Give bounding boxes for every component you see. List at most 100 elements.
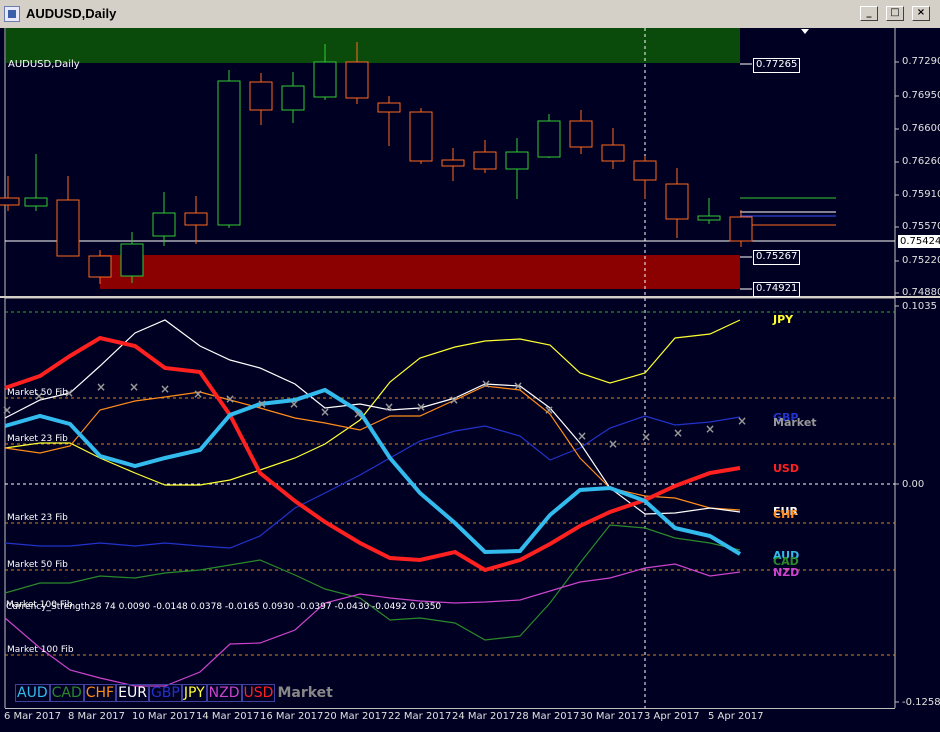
window-title: AUDUSD,Daily [26,6,117,21]
candle-bull [537,114,561,158]
candle-body [697,215,721,221]
price-tick-label: 0.76260 [902,156,940,167]
price-tick-label: 0.75220 [902,255,940,266]
indicator-axis-bottom: -0.1258 [902,697,940,708]
candle-body [0,197,20,206]
svg-text:×: × [544,403,554,417]
legend-eur[interactable]: EUR [116,684,149,702]
svg-text:×: × [160,382,170,396]
fib-label-50-bottom: Market 50 Fib [7,560,68,570]
price-tick-label: 0.76950 [902,90,940,101]
fib-label-50-top: Market 50 Fib [7,388,68,398]
label-market: Market [773,416,817,429]
current-price-label: 0.75424 [898,235,940,248]
fib-label-23-bottom: Market 23 Fib [7,513,68,523]
candle-body [249,81,273,111]
svg-text:×: × [257,397,267,411]
currency-legend: AUD CAD CHF EUR GBP JPY NZD USD Market [15,684,333,702]
candle-body [24,197,48,207]
legend-gbp[interactable]: GBP [148,684,182,702]
candle-body [88,255,112,278]
candle-body [409,111,433,162]
price-tick-label: 0.77290 [902,56,940,67]
svg-text:×: × [449,393,459,407]
price-tick-label: 0.74880 [902,287,940,298]
candle-body [601,144,625,162]
svg-text:×: × [225,392,235,406]
svg-text:×: × [673,426,683,440]
svg-text:×: × [416,400,426,414]
date-label: 8 Mar 2017 [68,711,126,722]
legend-chf[interactable]: CHF [83,684,117,702]
date-label: 6 Mar 2017 [4,711,62,722]
candle-body [729,216,753,242]
svg-text:×: × [353,407,363,421]
candle-body [441,159,465,167]
legend-usd[interactable]: USD [241,684,276,702]
svg-text:×: × [481,377,491,391]
svg-text:×: × [2,403,12,417]
date-label: 14 Mar 2017 [196,711,260,722]
currency-strength-canvas[interactable]: ×× × × × × × × × ×× × × × × × ×× ×× × × ×× [0,298,940,708]
maximize-button[interactable]: □ [886,6,904,21]
date-label: 30 Mar 2017 [580,711,644,722]
currency-strength-panel[interactable]: × × × × × × × × × × × × × × × × × × × × × × × × Market 1… [0,298,940,708]
candle-body [569,120,593,148]
svg-text:×: × [193,387,203,401]
minimize-button[interactable]: _ [860,6,878,21]
svg-text:×: × [737,414,747,428]
date-label: 3 Apr 2017 [644,711,700,722]
legend-jpy[interactable]: JPY [181,684,207,702]
svg-text:×: × [641,430,651,444]
legend-nzd[interactable]: NZD [206,684,242,702]
candle-body [665,183,689,220]
indicator-axis-zero: 0.00 [902,479,925,490]
price-tick-label: 0.75910 [902,189,940,200]
candle-body [56,199,80,257]
price-tick-label: 0.76600 [902,123,940,134]
price-tick-label: 0.75570 [902,221,940,232]
candle-bear [409,108,433,164]
svg-text:×: × [608,437,618,451]
price-box-upper: 0.77265 [753,58,801,73]
svg-text:×: × [577,429,587,443]
svg-text:×: × [320,405,330,419]
window-titlebar[interactable]: AUDUSD,Daily _ □ × [0,0,940,29]
candle-body [281,85,305,111]
date-label: 16 Mar 2017 [260,711,324,722]
candle-body [377,102,401,113]
candle-body [152,212,176,237]
candle-body [345,61,369,99]
candle-body [217,80,241,226]
close-button[interactable]: × [912,6,930,21]
label-jpy: JPY [773,313,794,326]
candle-body [505,151,529,170]
demand-zone [100,255,740,289]
fib-label-23-top: Market 23 Fib [7,434,68,444]
indicator-values-line: Currency_Strength28 74 0.0090 -0.0148 0.… [6,602,442,612]
price-chart-panel[interactable]: AUDUSD,Daily 0.77265 0.75267 0.74921 0.7… [0,28,940,298]
legend-aud[interactable]: AUD [15,684,50,702]
fib-label-100-bottom: Market 100 Fib [7,645,74,655]
price-box-lower: 0.74921 [753,282,801,297]
svg-text:×: × [129,380,139,394]
indicator-axis-top: 0.1035 [902,301,937,312]
candle-body [313,61,337,98]
date-label: 22 Mar 2017 [388,711,452,722]
date-label: 20 Mar 2017 [324,711,388,722]
date-label: 28 Mar 2017 [516,711,580,722]
date-label: 10 Mar 2017 [132,711,196,722]
supply-zone [6,28,740,63]
svg-text:×: × [513,379,523,393]
svg-text:×: × [289,397,299,411]
symbol-label: AUDUSD,Daily [8,59,80,70]
candle-bull [217,70,241,228]
legend-market[interactable]: Market [277,685,332,701]
label-usd: USD [773,462,799,475]
label-nzd: NZD [773,566,800,579]
candle-body [473,151,497,170]
candle-body [120,243,144,277]
date-label: 5 Apr 2017 [708,711,764,722]
legend-cad[interactable]: CAD [49,684,84,702]
chart-window-icon [4,6,20,22]
